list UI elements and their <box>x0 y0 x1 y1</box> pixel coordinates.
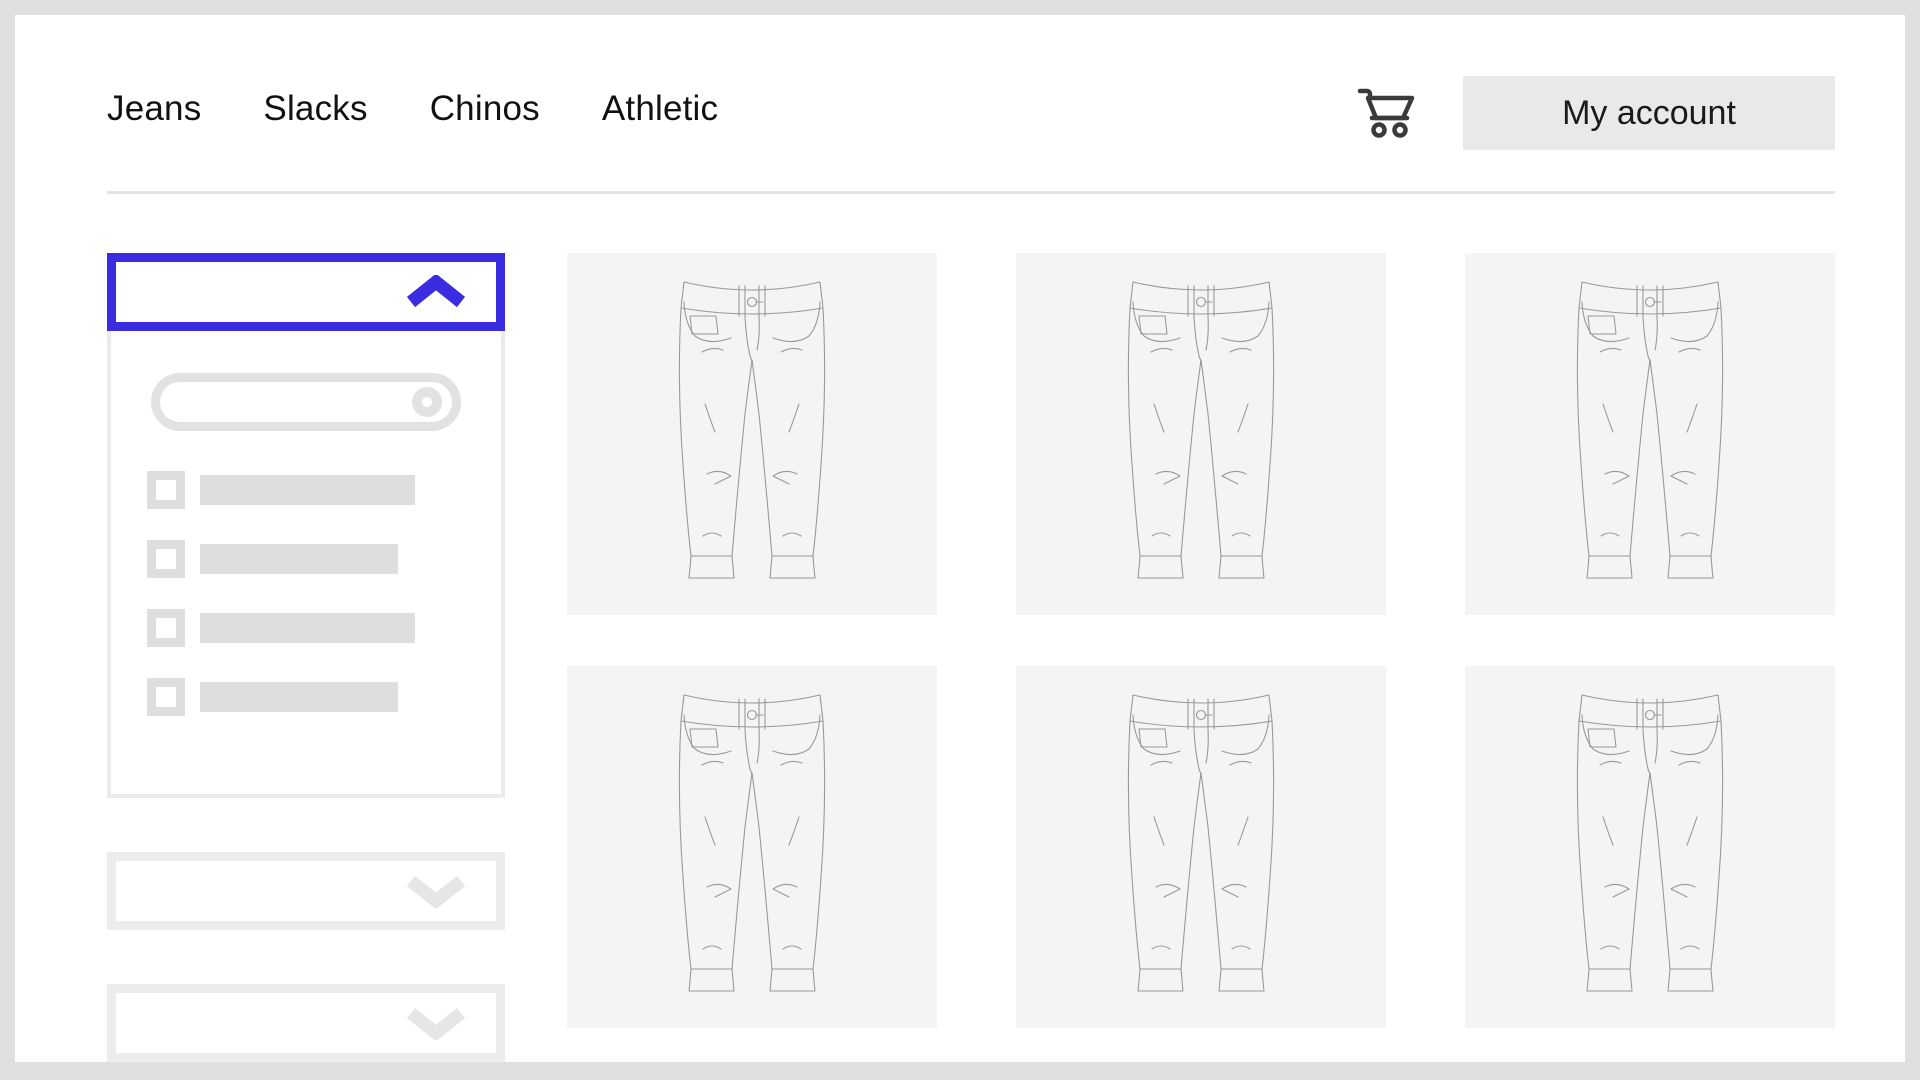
product-tile[interactable] <box>567 666 937 1028</box>
filter-option-label <box>200 613 415 643</box>
filter-checkbox[interactable] <box>147 678 185 716</box>
product-tile[interactable] <box>1465 253 1835 615</box>
nav-item-chinos[interactable]: Chinos <box>430 91 540 126</box>
filter-group-collapsed-2 <box>107 984 505 1062</box>
filter-panel-body-1 <box>107 331 505 798</box>
my-account-button[interactable]: My account <box>1463 76 1835 150</box>
filter-group-expanded <box>107 253 505 798</box>
jeans-illustration-icon <box>678 281 826 579</box>
filter-header-toggle-1[interactable] <box>107 253 505 331</box>
product-grid <box>567 253 1835 1028</box>
filter-checkbox[interactable] <box>147 609 185 647</box>
filter-checkbox[interactable] <box>147 471 185 509</box>
jeans-illustration-icon <box>1127 281 1275 579</box>
page-canvas: Jeans Slacks Chinos Athletic My account <box>15 15 1905 1062</box>
jeans-illustration-icon <box>1576 281 1724 579</box>
filter-option-list <box>111 471 501 716</box>
chevron-down-icon <box>406 875 466 908</box>
chevron-up-icon <box>406 275 466 308</box>
jeans-illustration-icon <box>1576 694 1724 992</box>
filter-header-toggle-2[interactable] <box>107 852 505 930</box>
nav-item-athletic[interactable]: Athletic <box>602 91 718 126</box>
jeans-illustration-icon <box>1127 694 1275 992</box>
filter-option-row[interactable] <box>147 471 501 509</box>
header-actions: My account <box>1357 63 1835 163</box>
header-divider <box>107 191 1835 194</box>
nav-item-slacks[interactable]: Slacks <box>263 91 367 126</box>
chevron-down-icon <box>406 1007 466 1040</box>
nav-item-jeans[interactable]: Jeans <box>107 91 201 126</box>
filter-option-row[interactable] <box>147 540 501 578</box>
filter-sidebar <box>107 253 505 1062</box>
product-tile[interactable] <box>1016 253 1386 615</box>
filter-option-label <box>200 682 398 712</box>
primary-navigation: Jeans Slacks Chinos Athletic <box>107 91 718 126</box>
filter-option-row[interactable] <box>147 609 501 647</box>
filter-option-label <box>200 475 415 505</box>
product-tile[interactable] <box>1465 666 1835 1028</box>
jeans-illustration-icon <box>678 694 826 992</box>
shopping-cart-icon[interactable] <box>1357 87 1415 139</box>
filter-option-row[interactable] <box>147 678 501 716</box>
filter-checkbox[interactable] <box>147 540 185 578</box>
filter-header-toggle-3[interactable] <box>107 984 505 1062</box>
product-tile[interactable] <box>1016 666 1386 1028</box>
filter-option-label <box>200 544 398 574</box>
filter-search-input[interactable] <box>151 373 461 431</box>
main-content <box>107 253 1835 1062</box>
site-header: Jeans Slacks Chinos Athletic My account <box>95 63 1835 163</box>
search-icon <box>412 387 442 417</box>
filter-group-collapsed-1 <box>107 852 505 930</box>
product-tile[interactable] <box>567 253 937 615</box>
